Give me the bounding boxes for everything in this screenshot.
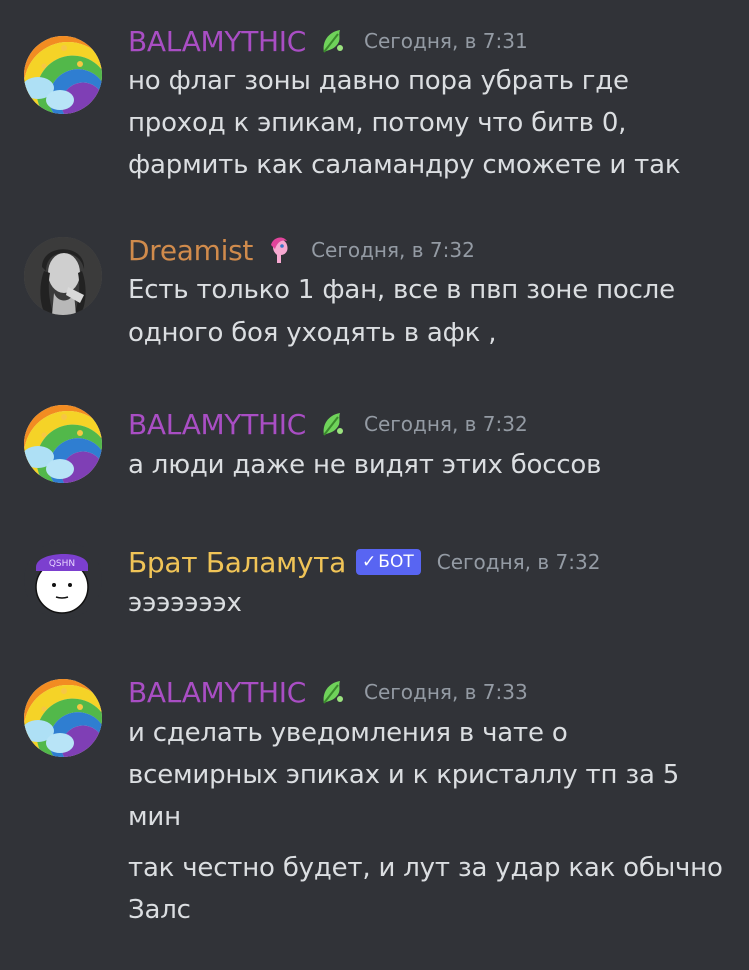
message-text: проход к эпикам, потому что битв 0, bbox=[128, 108, 627, 138]
author-name[interactable]: Dreamist bbox=[128, 234, 253, 267]
message-text: мин bbox=[128, 802, 181, 832]
green-leaf-icon bbox=[318, 409, 348, 439]
timestamp[interactable]: Сегодня, в 7:32 bbox=[437, 550, 601, 574]
author-name[interactable]: BALAMYTHIC bbox=[128, 25, 306, 58]
avatar[interactable] bbox=[24, 405, 102, 483]
bot-badge: ✓ БОТ bbox=[356, 549, 421, 575]
avatar[interactable] bbox=[24, 679, 102, 757]
message-text: Есть только 1 фан, все в пвп зоне после bbox=[128, 275, 675, 305]
bot-face-avatar-icon: QSHN bbox=[35, 553, 89, 614]
message-header: Dreamist Сегодня, в 7:32 bbox=[128, 231, 475, 269]
message-text: так честно будет, и лут за удар как обыч… bbox=[128, 853, 723, 883]
author-name[interactable]: Брат Баламута bbox=[128, 546, 346, 579]
timestamp[interactable]: Сегодня, в 7:32 bbox=[311, 238, 475, 262]
bot-badge-label: БОТ bbox=[378, 551, 414, 572]
message-text: всемирных эпиках и к кристаллу тп за 5 bbox=[128, 760, 680, 790]
timestamp[interactable]: Сегодня, в 7:31 bbox=[364, 29, 528, 53]
message-text: эээээээх bbox=[128, 588, 242, 618]
timestamp[interactable]: Сегодня, в 7:33 bbox=[364, 680, 528, 704]
message-header: BALAMYTHIC Сегодня, в 7:32 bbox=[128, 405, 528, 443]
green-leaf-icon bbox=[318, 26, 348, 56]
message-text: а люди даже не видят этих боссов bbox=[128, 450, 602, 480]
author-name[interactable]: BALAMYTHIC bbox=[128, 676, 306, 709]
rainbow-avatar-icon bbox=[24, 405, 102, 483]
message-text: одного боя уходять в афк , bbox=[128, 318, 497, 348]
message-text: но флаг зоны давно пора убрать где bbox=[128, 66, 629, 96]
message-header: Брат Баламута ✓ БОТ Сегодня, в 7:32 bbox=[128, 543, 600, 581]
green-leaf-icon bbox=[318, 677, 348, 707]
author-name[interactable]: BALAMYTHIC bbox=[128, 408, 306, 441]
message-header: BALAMYTHIC Сегодня, в 7:31 bbox=[128, 22, 528, 60]
rainbow-avatar-icon bbox=[24, 679, 102, 757]
avatar[interactable] bbox=[24, 237, 102, 315]
message-text: и сделать уведомления в чате о bbox=[128, 718, 568, 748]
timestamp[interactable]: Сегодня, в 7:32 bbox=[364, 412, 528, 436]
pink-pony-icon bbox=[265, 235, 295, 265]
message-text: фармить как саламандру сможете и так bbox=[128, 150, 681, 180]
avatar[interactable] bbox=[24, 36, 102, 114]
rainbow-avatar-icon bbox=[24, 36, 102, 114]
message-header: BALAMYTHIC Сегодня, в 7:33 bbox=[128, 673, 528, 711]
checkmark-icon: ✓ bbox=[362, 551, 377, 572]
portrait-avatar-icon bbox=[24, 237, 102, 315]
message-text: Залс bbox=[128, 895, 191, 925]
avatar[interactable]: QSHN bbox=[24, 541, 102, 619]
bot-cap-label: QSHN bbox=[49, 559, 75, 569]
